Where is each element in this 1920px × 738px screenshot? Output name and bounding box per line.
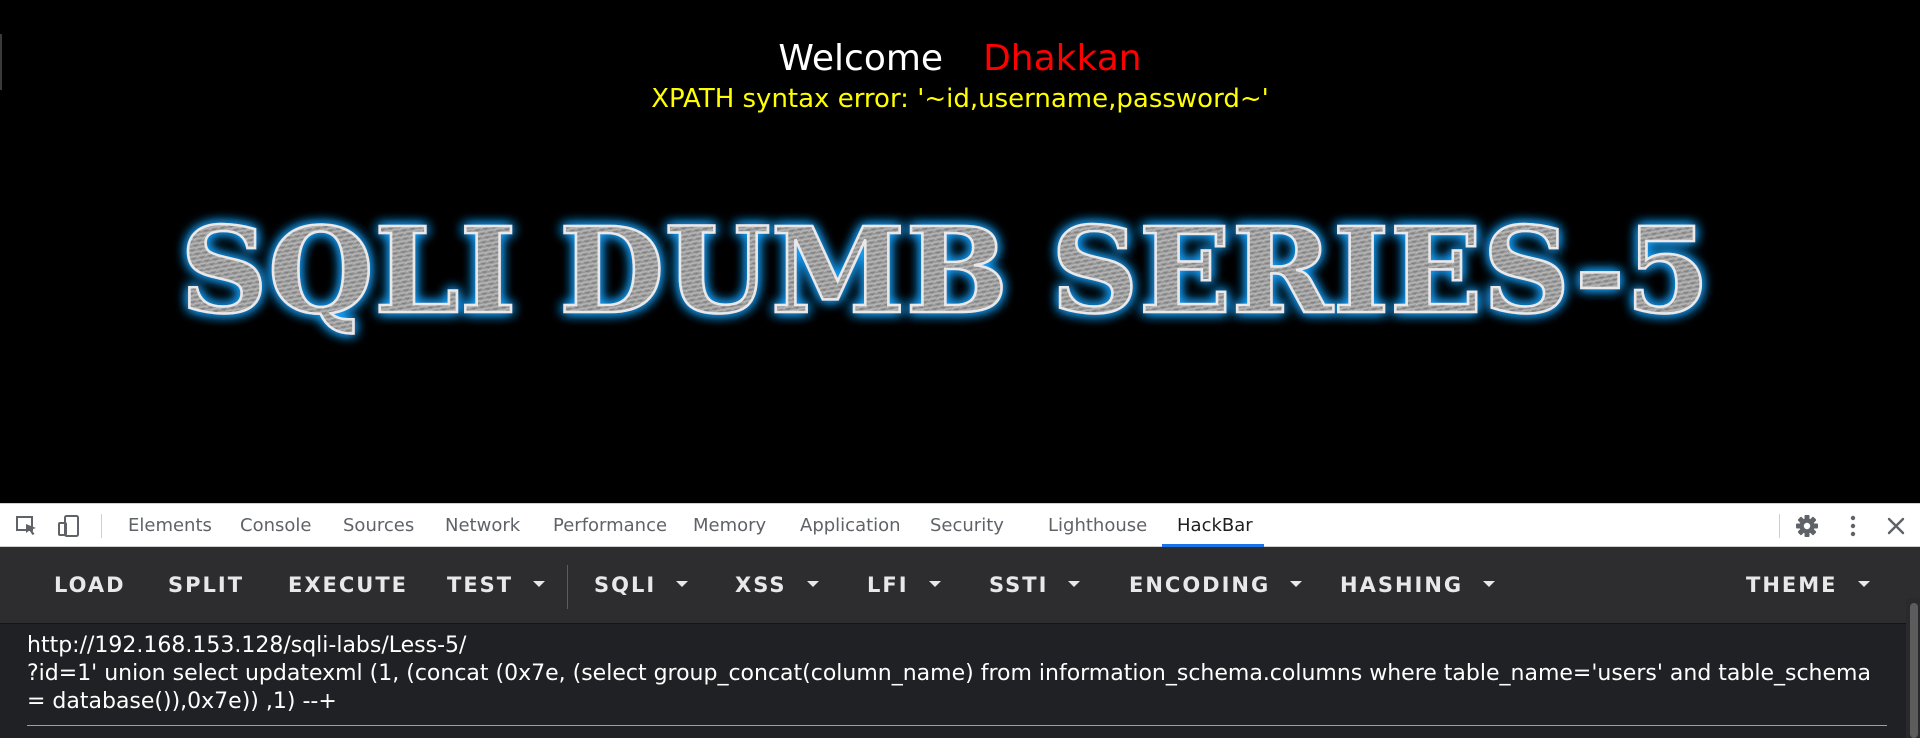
scrollbar-thumb[interactable] xyxy=(1910,603,1918,738)
url-textarea[interactable]: http://192.168.153.128/sqli-labs/Less-5/… xyxy=(27,632,1889,716)
inspect-element-icon[interactable] xyxy=(14,514,40,538)
hashing-dropdown[interactable]: HASHING xyxy=(1340,547,1496,624)
chevron-down-icon xyxy=(676,581,689,587)
page-content: Welcome Dhakkan XPATH syntax error: '~id,… xyxy=(0,0,1920,503)
split-label: SPLIT xyxy=(168,573,245,597)
close-icon[interactable] xyxy=(1883,514,1909,538)
series-banner: SQLI DUMB SERIES-5 xyxy=(179,200,1712,341)
devtools-panel: Elements Console Sources Network Perform… xyxy=(0,503,1920,738)
more-options-icon[interactable] xyxy=(1840,514,1866,538)
hashing-label: HASHING xyxy=(1340,573,1464,597)
tab-elements[interactable]: Elements xyxy=(128,504,212,547)
tab-memory[interactable]: Memory xyxy=(693,504,766,547)
tab-performance[interactable]: Performance xyxy=(553,504,667,547)
banner-text: SQLI DUMB SERIES-5 xyxy=(180,201,1710,340)
hackbar-toolbar: LOAD SPLIT EXECUTE TEST SQLI XSS LFI SST… xyxy=(0,547,1920,624)
welcome-line: Welcome Dhakkan xyxy=(0,36,1920,82)
tab-console[interactable]: Console xyxy=(240,504,311,547)
devtools-tab-bar: Elements Console Sources Network Perform… xyxy=(0,503,1920,547)
test-label: TEST xyxy=(447,573,514,597)
load-button[interactable]: LOAD xyxy=(54,547,126,624)
tab-separator xyxy=(1779,514,1780,538)
device-toolbar-icon[interactable] xyxy=(56,514,82,538)
url-field-underline xyxy=(27,725,1887,726)
split-button[interactable]: SPLIT xyxy=(168,547,244,624)
chevron-down-icon xyxy=(806,581,819,587)
xpath-error-message: XPATH syntax error: '~id,username,passwo… xyxy=(651,84,1269,114)
tab-network[interactable]: Network xyxy=(445,504,520,547)
xss-dropdown[interactable]: XSS xyxy=(735,547,819,624)
chevron-down-icon xyxy=(533,581,546,587)
tab-sources[interactable]: Sources xyxy=(343,504,414,547)
encoding-label: ENCODING xyxy=(1129,573,1271,597)
execute-label: EXECUTE xyxy=(288,573,409,597)
chevron-down-icon xyxy=(1857,581,1870,587)
tab-separator xyxy=(101,514,102,538)
theme-dropdown[interactable]: THEME xyxy=(1746,547,1870,624)
chevron-down-icon xyxy=(1290,581,1303,587)
chevron-down-icon xyxy=(1483,581,1496,587)
execute-button[interactable]: EXECUTE xyxy=(288,547,408,624)
toolbar-divider xyxy=(567,565,568,609)
username-text: Dhakkan xyxy=(983,38,1142,79)
lfi-label: LFI xyxy=(867,573,909,597)
test-dropdown[interactable]: TEST xyxy=(447,547,546,624)
tab-hackbar[interactable]: HackBar xyxy=(1177,504,1253,547)
chevron-down-icon xyxy=(1068,581,1081,587)
sqli-label: SQLI xyxy=(594,573,657,597)
sqli-dropdown[interactable]: SQLI xyxy=(594,547,689,624)
lfi-dropdown[interactable]: LFI xyxy=(867,547,941,624)
tab-application[interactable]: Application xyxy=(800,504,901,547)
url-input-area[interactable]: http://192.168.153.128/sqli-labs/Less-5/… xyxy=(0,624,1920,738)
ssti-label: SSTI xyxy=(989,573,1049,597)
welcome-text: Welcome xyxy=(778,38,944,79)
xss-label: XSS xyxy=(735,573,787,597)
tab-security[interactable]: Security xyxy=(930,504,1004,547)
chevron-down-icon xyxy=(928,581,941,587)
theme-label: THEME xyxy=(1746,573,1838,597)
ssti-dropdown[interactable]: SSTI xyxy=(989,547,1081,624)
settings-gear-icon[interactable] xyxy=(1794,514,1820,538)
tab-lighthouse[interactable]: Lighthouse xyxy=(1048,504,1147,547)
encoding-dropdown[interactable]: ENCODING xyxy=(1129,547,1303,624)
load-label: LOAD xyxy=(54,573,126,597)
